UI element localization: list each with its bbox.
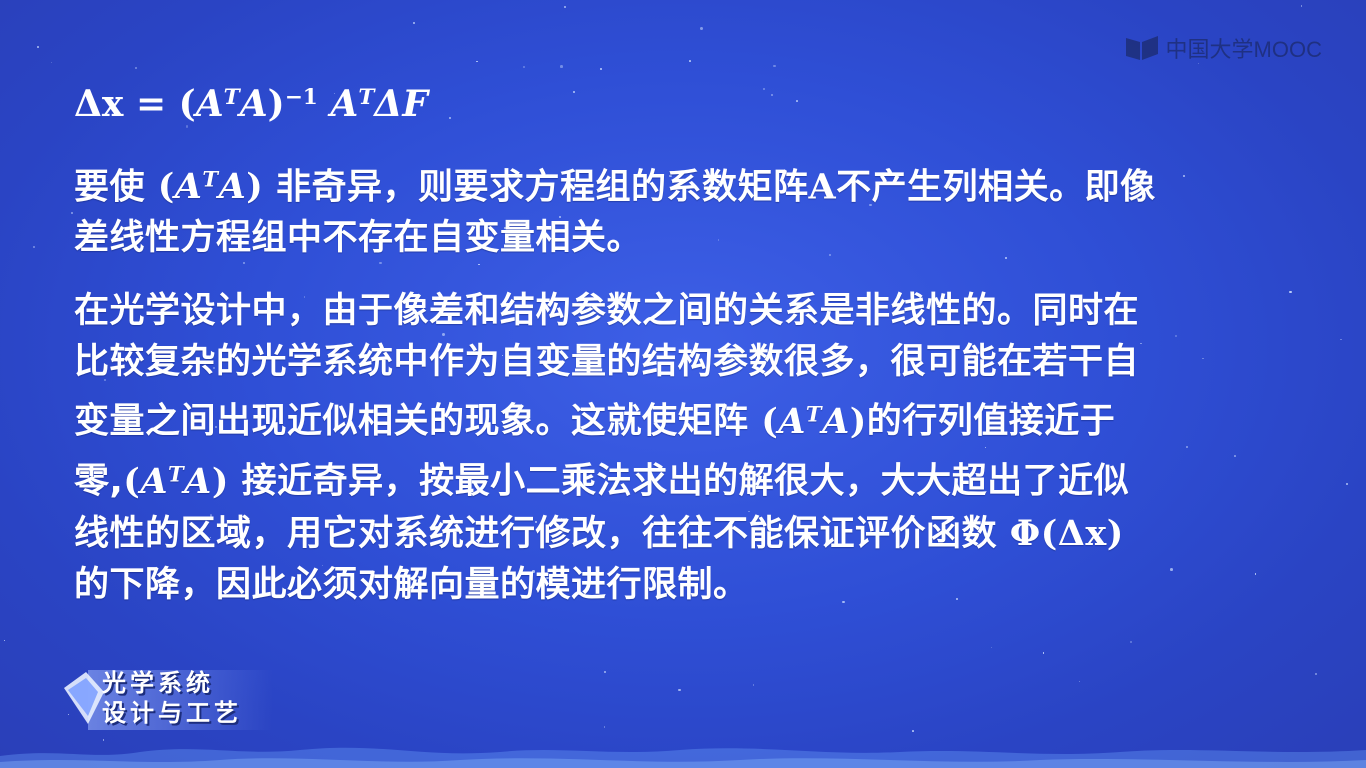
star-dot xyxy=(603,670,606,673)
merit-function: Φ(Δx) xyxy=(1009,512,1124,554)
star-dot xyxy=(4,639,6,641)
formula-lhs: Δx xyxy=(74,82,124,125)
star-dot xyxy=(678,688,681,692)
star-dot xyxy=(1300,5,1303,7)
brand-line2: 设计与工艺 xyxy=(102,699,242,727)
matrix-ata-2: (ATA) xyxy=(761,400,867,442)
star-dot xyxy=(599,67,603,71)
star-dot xyxy=(50,62,53,64)
formula-paren-close: ) xyxy=(267,82,285,125)
star-dot xyxy=(1346,482,1349,485)
star-dot xyxy=(32,245,35,249)
star-dot xyxy=(773,64,776,68)
star-dot xyxy=(990,646,992,649)
star-dot xyxy=(1078,681,1081,683)
bottom-wave-decoration xyxy=(0,747,1366,768)
formula-transpose-2: T xyxy=(358,85,375,110)
star-dot xyxy=(135,67,138,70)
star-dot xyxy=(699,26,703,30)
slide-content: Δx = (ATA)−1 ATΔF 要使 (ATA) 非奇异，则要求方程组的系数… xyxy=(74,74,1304,633)
star-dot xyxy=(70,212,73,215)
formula-delta-f: ΔF xyxy=(374,82,428,125)
book-icon xyxy=(1125,36,1158,60)
star-dot xyxy=(413,22,415,24)
formula-equals: = xyxy=(135,82,167,125)
star-dot xyxy=(1340,338,1342,341)
formula-matrix-a1: A xyxy=(195,82,224,125)
star-dot xyxy=(688,59,691,62)
para2-line3: 变量之间出现近似相关的现象。这就使矩阵 (ATA)的行列值接近于 xyxy=(74,400,1116,442)
matrix-ata: (ATA) xyxy=(157,166,264,208)
formula-inverse: −1 xyxy=(284,85,318,110)
logo-text: 中国大学MOOC xyxy=(1165,37,1322,62)
star-dot xyxy=(1129,640,1132,643)
para2-line5: 线性的区域，用它对系统进行修改，往往不能保证评价函数 Φ(Δx) xyxy=(74,512,1124,554)
para2-line1: 在光学设计中，由于像差和结构参数之间的关系是非线性的。同时在 xyxy=(74,291,1140,332)
star-dot xyxy=(752,684,755,687)
star-dot xyxy=(563,6,566,9)
star-dot xyxy=(37,46,40,48)
para2-line2: 比较复杂的光学系统中作为自变量的结构参数很多，很可能在若干自 xyxy=(74,342,1140,383)
star-dot xyxy=(476,60,478,63)
para2-line6: 的下降，因此必须对解向量的模进行限制。 xyxy=(74,564,749,605)
matrix-ata-3: (ATA) xyxy=(123,460,229,502)
star-dot xyxy=(1042,652,1045,654)
para1-line1: 要使 (ATA) 非奇异，则要求方程组的系数矩阵A不产生列相关。即像 xyxy=(74,166,1156,208)
matrix-a: A xyxy=(808,166,837,208)
star-dot xyxy=(522,66,525,69)
para1-line2: 差线性方程组中不存在自变量相关。 xyxy=(74,218,643,259)
mooc-logo: 中国大学MOOC xyxy=(1124,32,1322,64)
formula-delta-x: Δx = (ATA)−1 ATΔF xyxy=(74,74,1304,128)
formula-paren-open: ( xyxy=(178,82,196,125)
paragraph-nonsingular: 要使 (ATA) 非奇异，则要求方程组的系数矩阵A不产生列相关。即像 差线性方程… xyxy=(74,154,1304,265)
formula-transpose-1: T xyxy=(223,85,240,110)
formula-matrix-a3: A xyxy=(330,82,359,125)
brand-title: 光学系统 设计与工艺 xyxy=(102,668,242,728)
para2-line4: 零,(ATA) 接近奇异，按最小二乘法求出的解很大，大大超出了近似 xyxy=(74,460,1130,502)
formula-matrix-a2: A xyxy=(239,82,268,125)
paragraph-optical-design: 在光学设计中，由于像差和结构参数之间的关系是非线性的。同时在 比较复杂的光学系统… xyxy=(74,286,1304,610)
star-dot xyxy=(560,65,564,69)
brand-line1: 光学系统 xyxy=(102,669,214,697)
star-dot xyxy=(1315,673,1318,676)
course-brand: 光学系统 设计与工艺 xyxy=(58,664,273,734)
